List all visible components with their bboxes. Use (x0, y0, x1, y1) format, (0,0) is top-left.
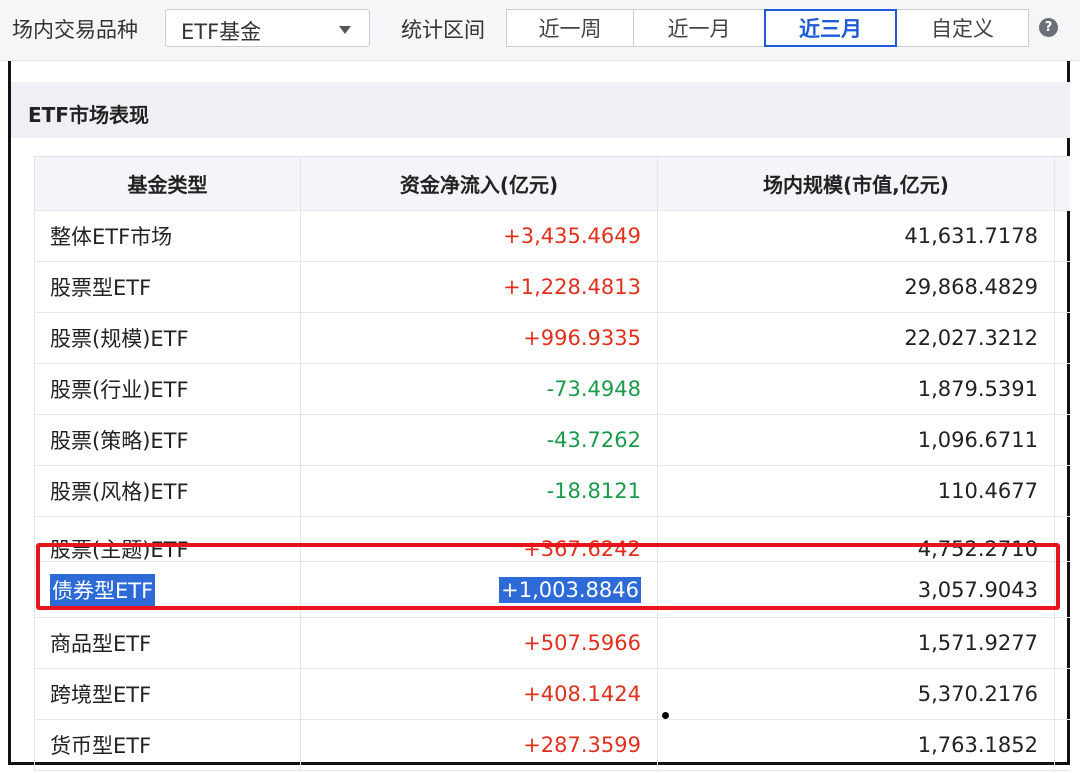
fund-type-cell: 货币型ETF (34, 720, 300, 770)
header-scale[interactable]: 场内规模(市值,亿元) (657, 157, 1055, 210)
table-row[interactable]: 股票(风格)ETF -18.8121 110.4677 (34, 466, 1070, 517)
fund-type-cell: 股票(策略)ETF (34, 415, 300, 465)
table-row[interactable]: 整体ETF市场 +3,435.4649 41,631.7178 (34, 211, 1070, 262)
table-row[interactable]: 货币型ETF +287.3599 1,763.1852 (34, 720, 1070, 771)
header-fund-type[interactable]: 基金类型 (34, 157, 300, 210)
net-inflow-cell: +996.9335 (300, 313, 657, 363)
scale-cell: 1,096.6711 (657, 415, 1055, 465)
scale-cell: 1,879.5391 (657, 364, 1055, 414)
net-inflow-cell: +1,228.4813 (300, 262, 657, 312)
table-header-row: 基金类型 资金净流入(亿元) 场内规模(市值,亿元) (34, 157, 1070, 211)
highlight-annotation-box (36, 543, 1060, 610)
net-inflow-cell: -73.4948 (300, 364, 657, 414)
filter-bar: 场内交易品种 ETF基金 统计区间 近一周 近一月 近三月 自定义 ? (0, 0, 1080, 61)
net-inflow-cell: +408.1424 (300, 669, 657, 719)
section-header: ETF市场表现 (11, 82, 1070, 138)
fund-type-cell: 整体ETF市场 (34, 211, 300, 261)
scale-cell: 110.4677 (657, 466, 1055, 516)
scale-cell: 1,763.1852 (657, 720, 1055, 770)
tab-custom[interactable]: 自定义 (896, 9, 1029, 47)
fund-type-cell: 股票(规模)ETF (34, 313, 300, 363)
etf-table: 基金类型 资金净流入(亿元) 场内规模(市值,亿元) 整体ETF市场 +3,43… (34, 156, 1070, 771)
scale-cell: 5,370.2176 (657, 669, 1055, 719)
variety-select-value: ETF基金 (181, 20, 262, 44)
variety-select[interactable]: ETF基金 (165, 9, 370, 47)
tab-three-months[interactable]: 近三月 (764, 9, 897, 47)
cursor-dot (662, 712, 669, 719)
net-inflow-cell: -43.7262 (300, 415, 657, 465)
table-row[interactable]: 股票(行业)ETF -73.4948 1,879.5391 (34, 364, 1070, 415)
tab-week[interactable]: 近一周 (506, 9, 634, 47)
table-row[interactable]: 股票型ETF +1,228.4813 29,868.4829 (34, 262, 1070, 313)
fund-type-cell: 跨境型ETF (34, 669, 300, 719)
variety-label: 场内交易品种 (12, 18, 138, 42)
table-row[interactable]: 股票(策略)ETF -43.7262 1,096.6711 (34, 415, 1070, 466)
table-row[interactable]: 跨境型ETF +408.1424 5,370.2176 (34, 669, 1070, 720)
scale-cell: 1,571.9277 (657, 618, 1055, 668)
fund-type-cell: 股票(风格)ETF (34, 466, 300, 516)
tab-month[interactable]: 近一月 (633, 9, 765, 47)
period-label: 统计区间 (401, 18, 485, 42)
scale-cell: 29,868.4829 (657, 262, 1055, 312)
scale-cell: 22,027.3212 (657, 313, 1055, 363)
net-inflow-cell: -18.8121 (300, 466, 657, 516)
fund-type-cell: 商品型ETF (34, 618, 300, 668)
fund-type-cell: 股票(行业)ETF (34, 364, 300, 414)
help-icon[interactable]: ? (1039, 18, 1058, 37)
net-inflow-cell: +507.5966 (300, 618, 657, 668)
net-inflow-cell: +3,435.4649 (300, 211, 657, 261)
header-net-inflow[interactable]: 资金净流入(亿元) (300, 157, 657, 210)
table-row[interactable]: 商品型ETF +507.5966 1,571.9277 (34, 618, 1070, 669)
table-row[interactable]: 股票(规模)ETF +996.9335 22,027.3212 (34, 313, 1070, 364)
scale-cell: 41,631.7178 (657, 211, 1055, 261)
chevron-down-icon (339, 26, 351, 34)
fund-type-cell: 股票型ETF (34, 262, 300, 312)
period-tabs: 近一周 近一月 近三月 自定义 (506, 9, 1029, 47)
section-title: ETF市场表现 (28, 103, 149, 127)
net-inflow-cell: +287.3599 (300, 720, 657, 770)
